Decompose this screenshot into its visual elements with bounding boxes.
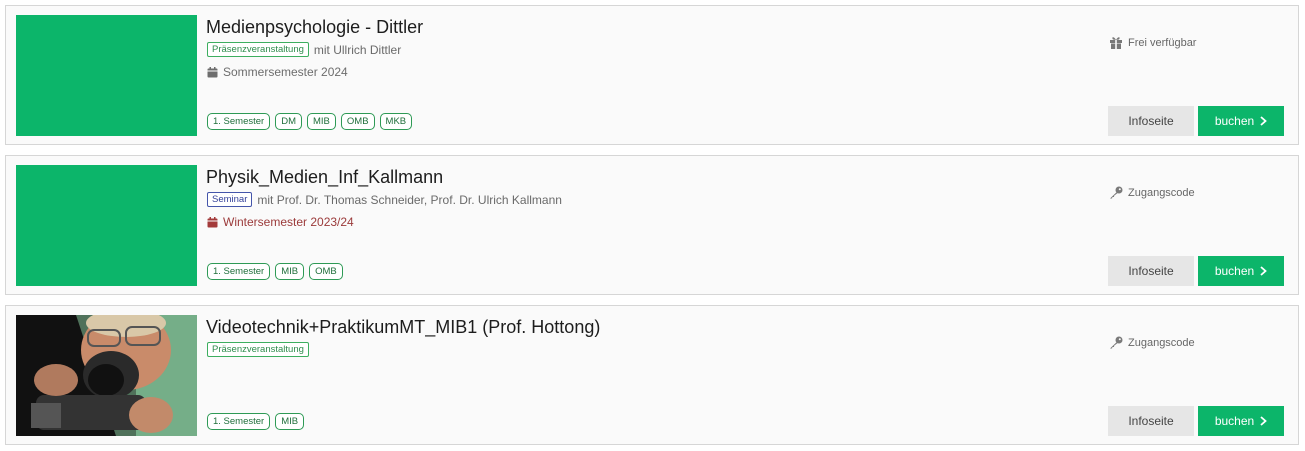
tag: MIB (307, 113, 336, 130)
course-photo (16, 315, 197, 436)
course-title[interactable]: Physik_Medien_Inf_Kallmann (206, 167, 443, 188)
course-card: Medienpsychologie - Dittler Präsenzveran… (5, 5, 1299, 145)
course-teacher: mit Ullrich Dittler (313, 42, 402, 57)
chevron-right-icon (1260, 116, 1268, 126)
course-card: Physik_Medien_Inf_Kallmann Seminar mit P… (5, 155, 1299, 295)
calendar-icon (207, 216, 218, 227)
course-meta: Seminar mit Prof. Dr. Thomas Schneider, … (207, 192, 562, 207)
tag: OMB (309, 263, 343, 280)
book-button-label: buchen (1214, 264, 1255, 278)
course-semester: Sommersemester 2024 (207, 65, 348, 79)
course-type-badge: Präsenzveranstaltung (207, 342, 309, 357)
tag: MIB (275, 263, 305, 280)
gift-icon (1110, 37, 1122, 49)
course-thumbnail[interactable] (16, 315, 197, 436)
book-button[interactable]: buchen (1198, 256, 1284, 286)
book-button-label: buchen (1214, 114, 1255, 128)
chevron-right-icon (1260, 416, 1268, 426)
book-button[interactable]: buchen (1198, 106, 1284, 136)
info-page-button[interactable]: Infoseite (1108, 406, 1194, 436)
tag: OMB (340, 113, 375, 130)
semester-label: Wintersemester 2023/24 (223, 215, 354, 229)
info-page-button[interactable]: Infoseite (1108, 256, 1194, 286)
course-type-badge: Seminar (207, 192, 253, 207)
tag: 1. Semester (207, 263, 271, 280)
course-card: Videotechnik+PraktikumMT_MIB1 (Prof. Hot… (5, 305, 1299, 445)
course-teacher: mit Prof. Dr. Thomas Schneider, Prof. Dr… (257, 192, 562, 207)
key-icon (1110, 186, 1123, 199)
tag: 1. Semester (207, 113, 271, 130)
course-semester: Wintersemester 2023/24 (207, 215, 354, 229)
course-thumbnail[interactable] (16, 15, 197, 136)
key-icon (1110, 336, 1123, 349)
course-tags: 1. Semester MIB OMB (207, 263, 343, 280)
course-meta: Präsenzveranstaltung mit Ullrich Dittler (207, 42, 401, 57)
chevron-right-icon (1260, 266, 1268, 276)
course-type-badge: Präsenzveranstaltung (207, 42, 309, 57)
tag: MKB (379, 113, 413, 130)
course-title[interactable]: Medienpsychologie - Dittler (206, 17, 423, 38)
book-button-label: buchen (1214, 414, 1255, 428)
semester-label: Sommersemester 2024 (223, 65, 348, 79)
book-button[interactable]: buchen (1198, 406, 1284, 436)
course-meta: Präsenzveranstaltung (207, 342, 309, 357)
tag: 1. Semester (207, 413, 271, 430)
info-page-button[interactable]: Infoseite (1108, 106, 1194, 136)
tag: DM (275, 113, 302, 130)
calendar-icon (207, 66, 218, 77)
tag: MIB (275, 413, 305, 430)
availability-label: Frei verfügbar (1128, 36, 1197, 49)
availability-label: Zugangscode (1128, 336, 1195, 349)
availability-status: Zugangscode (1109, 336, 1195, 349)
course-tags: 1. Semester DM MIB OMB MKB (207, 113, 413, 130)
availability-label: Zugangscode (1128, 186, 1195, 199)
course-thumbnail[interactable] (16, 165, 197, 286)
availability-status: Zugangscode (1109, 186, 1195, 199)
course-tags: 1. Semester MIB (207, 413, 305, 430)
course-title[interactable]: Videotechnik+PraktikumMT_MIB1 (Prof. Hot… (206, 317, 600, 338)
availability-status: Frei verfügbar (1109, 36, 1196, 49)
